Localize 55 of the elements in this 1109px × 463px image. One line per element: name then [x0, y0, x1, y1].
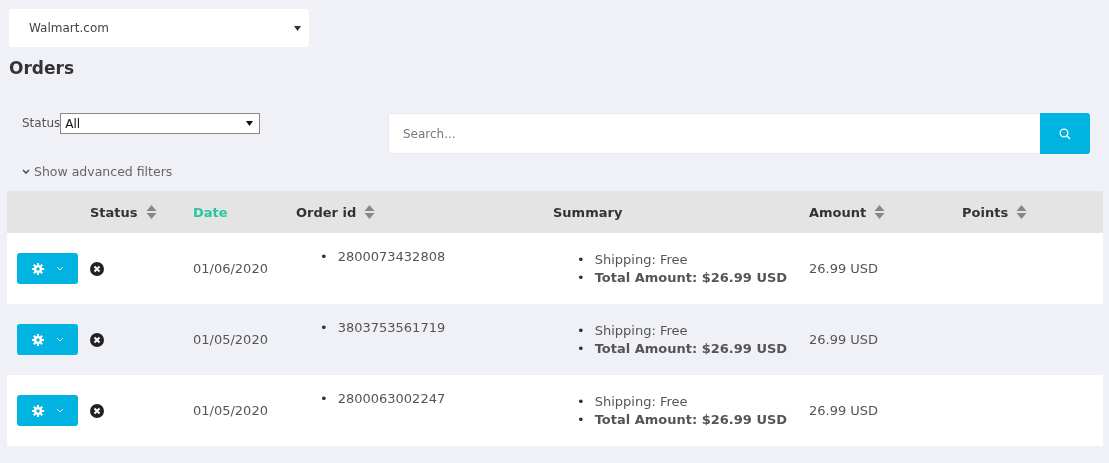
order-date: 01/05/2020 [193, 403, 268, 418]
column-header[interactable]: Order id [296, 204, 376, 220]
bullet: • [577, 268, 585, 287]
caret-icon [294, 25, 301, 31]
gear-icon [31, 404, 44, 417]
gear-icon [31, 333, 44, 346]
status-label: Status [22, 115, 61, 132]
summary-line: Shipping: Free [594, 321, 688, 340]
order-amount: 26.99 USD [809, 403, 879, 418]
bullet: • [577, 410, 585, 429]
sort-icon[interactable] [145, 204, 157, 220]
bullet: • [577, 250, 585, 269]
x-circle-icon [90, 261, 104, 276]
order-id: 3803753561719 [337, 319, 446, 337]
column-header[interactable]: Summary [553, 204, 623, 220]
search-icon [1059, 127, 1071, 140]
chevron-icon [55, 408, 64, 413]
sort-icon[interactable] [1016, 204, 1028, 220]
column-header[interactable]: Amount [809, 204, 886, 220]
column-header[interactable]: Status [90, 204, 157, 220]
column-header[interactable]: Points [962, 204, 1028, 220]
summary-line: Total Amount: $26.99 USD [594, 410, 788, 429]
bullet: • [577, 339, 585, 358]
order-amount: 26.99 USD [809, 332, 879, 347]
bullet: • [577, 321, 585, 340]
store-select[interactable]: Walmart.com [9, 9, 309, 47]
chevron-icon [55, 337, 64, 342]
chevron-icon [22, 168, 30, 175]
summary-line: Shipping: Free [594, 392, 688, 411]
actions-button[interactable] [17, 395, 78, 426]
summary-line: Total Amount: $26.99 USD [594, 268, 788, 287]
order-date: 01/06/2020 [193, 261, 268, 276]
actions-button[interactable] [17, 253, 78, 284]
order-id: 2800063002247 [337, 390, 446, 408]
summary-line: Total Amount: $26.99 USD [594, 339, 788, 358]
sort-icon[interactable] [874, 204, 886, 220]
x-circle-icon [90, 332, 104, 347]
page-title: Orders [9, 57, 76, 79]
order-id: 2800073432808 [337, 248, 446, 266]
bullet: • [320, 390, 328, 408]
order-date: 01/05/2020 [193, 332, 268, 347]
caret-icon [246, 121, 254, 126]
bullet: • [320, 248, 328, 266]
chevron-icon [55, 266, 64, 271]
sort-icon[interactable] [364, 204, 376, 220]
gear-icon [31, 262, 44, 275]
status-select[interactable]: All [60, 113, 261, 134]
x-circle-icon [90, 403, 104, 418]
advanced-filters-toggle[interactable]: Show advanced filters [22, 164, 173, 179]
summary-line: Shipping: Free [594, 250, 688, 269]
bullet: • [320, 319, 328, 337]
search-field[interactable]: Search... [388, 113, 1040, 154]
bullet: • [577, 392, 585, 411]
order-amount: 26.99 USD [809, 261, 879, 276]
actions-button[interactable] [17, 324, 78, 355]
